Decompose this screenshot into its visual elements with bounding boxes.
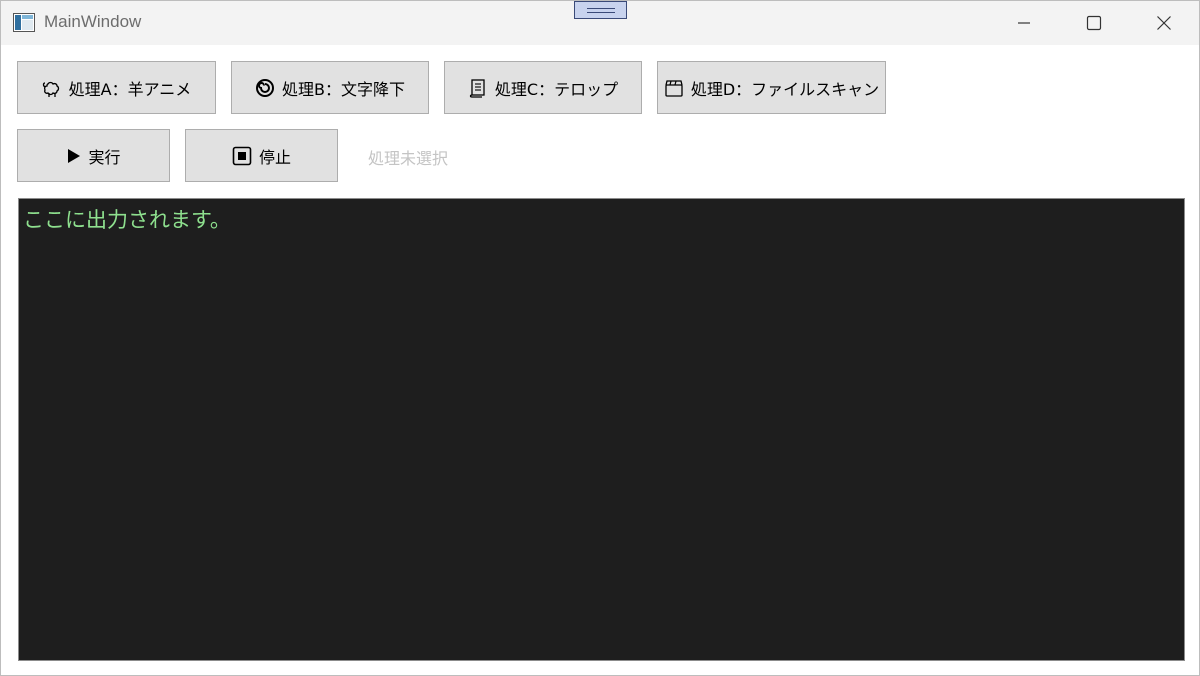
process-b-label: 処理B：文字降下 xyxy=(282,79,405,99)
maximize-icon xyxy=(1086,15,1102,31)
stop-icon xyxy=(232,146,252,166)
close-icon xyxy=(1157,16,1171,30)
window-title: MainWindow xyxy=(44,12,142,31)
process-d-button[interactable]: 処理D：ファイルスキャン xyxy=(657,61,886,114)
drag-handle[interactable] xyxy=(574,1,627,19)
scroll-icon xyxy=(468,78,488,98)
run-label: 実行 xyxy=(88,147,121,167)
run-button[interactable]: 実行 xyxy=(17,129,170,182)
status-label: 処理未選択 xyxy=(368,149,449,168)
stop-label: 停止 xyxy=(258,147,291,167)
process-d-label: 処理D：ファイルスキャン xyxy=(690,79,880,99)
client-area: 処理A：羊アニメ 処理B：文字降下 処理C：テロップ 処理D：ファイルスキャン … xyxy=(1,45,1199,675)
title-bar[interactable]: MainWindow xyxy=(1,1,1199,45)
main-window: MainWindow 処理A：羊アニメ 処理B：文字降下 処理C：テロップ 処理… xyxy=(0,0,1200,676)
minimize-icon xyxy=(1018,22,1030,24)
sheep-icon xyxy=(42,78,62,98)
play-icon xyxy=(66,146,82,166)
app-icon xyxy=(13,13,35,32)
maximize-button[interactable] xyxy=(1059,1,1129,45)
close-button[interactable] xyxy=(1129,1,1199,45)
spiral-icon xyxy=(255,78,275,98)
minimize-button[interactable] xyxy=(989,1,1059,45)
output-console[interactable]: ここに出力されます。 xyxy=(18,198,1185,661)
process-a-button[interactable]: 処理A：羊アニメ xyxy=(17,61,216,114)
process-a-label: 処理A：羊アニメ xyxy=(68,79,192,99)
output-text: ここに出力されます。 xyxy=(23,208,231,232)
clapperboard-icon xyxy=(664,78,684,98)
process-c-button[interactable]: 処理C：テロップ xyxy=(444,61,642,114)
stop-button[interactable]: 停止 xyxy=(185,129,338,182)
process-b-button[interactable]: 処理B：文字降下 xyxy=(231,61,429,114)
process-c-label: 処理C：テロップ xyxy=(494,79,619,99)
